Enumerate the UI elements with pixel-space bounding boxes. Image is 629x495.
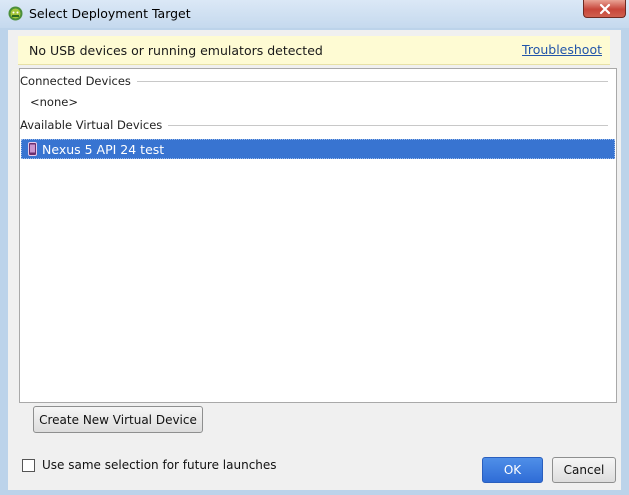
connected-device-item: <none>: [30, 95, 78, 109]
header-divider: [168, 124, 608, 126]
troubleshoot-link[interactable]: Troubleshoot: [522, 42, 602, 57]
close-button[interactable]: [583, 0, 626, 18]
window-title: Select Deployment Target: [29, 6, 191, 21]
android-studio-icon: [8, 6, 23, 21]
device-list[interactable]: Connected Devices <none> Available Virtu…: [19, 68, 617, 403]
close-icon: [598, 3, 612, 15]
virtual-devices-label: Available Virtual Devices: [20, 118, 163, 132]
cancel-button[interactable]: Cancel: [552, 457, 616, 483]
phone-icon: [28, 142, 37, 156]
notice-message: No USB devices or running emulators dete…: [29, 43, 323, 58]
remember-selection-option[interactable]: Use same selection for future launches: [22, 458, 277, 472]
virtual-devices-header: Available Virtual Devices: [20, 117, 616, 133]
connected-devices-header: Connected Devices: [20, 73, 616, 89]
ok-button[interactable]: OK: [482, 457, 543, 483]
device-name: Nexus 5 API 24 test: [42, 142, 165, 157]
title-bar[interactable]: Select Deployment Target: [0, 0, 629, 28]
device-row-nexus-5[interactable]: Nexus 5 API 24 test: [21, 139, 615, 159]
remember-selection-label: Use same selection for future launches: [42, 458, 277, 472]
dialog-content: No USB devices or running emulators dete…: [8, 30, 621, 490]
header-divider: [136, 80, 608, 82]
notice-bar: No USB devices or running emulators dete…: [18, 36, 610, 65]
dialog-window: Select Deployment Target No USB devices …: [0, 0, 629, 495]
connected-devices-label: Connected Devices: [20, 74, 131, 88]
remember-selection-checkbox[interactable]: [22, 458, 35, 472]
create-virtual-device-button[interactable]: Create New Virtual Device: [33, 406, 203, 433]
